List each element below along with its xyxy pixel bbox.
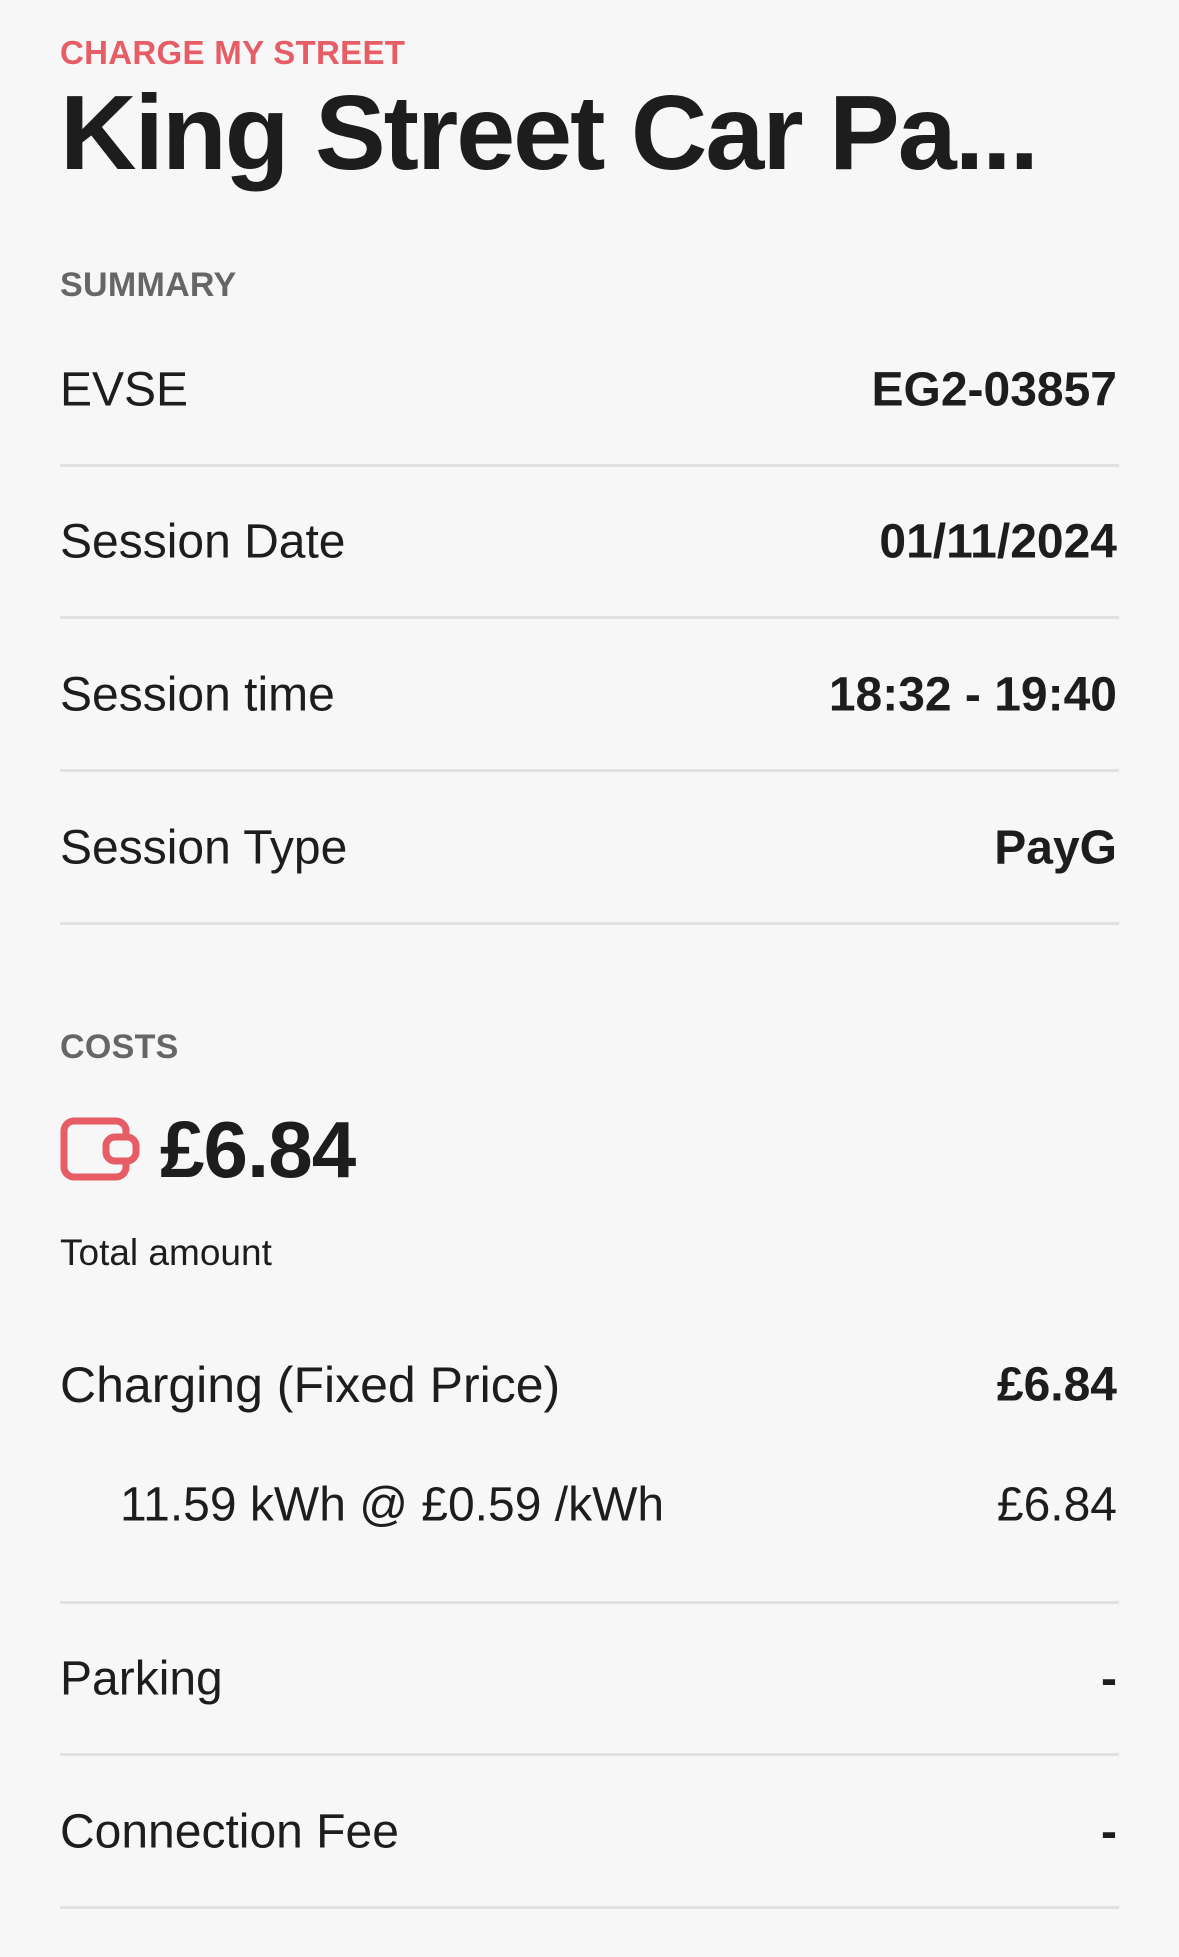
- summary-row-label: EVSE: [60, 363, 189, 416]
- cost-row-label: Parking: [60, 1652, 223, 1705]
- total-amount: £6.84: [160, 1105, 356, 1194]
- cost-row-label: Connection Fee: [60, 1805, 399, 1858]
- summary-row-session-date: Session Date 01/11/2024: [60, 467, 1119, 619]
- summary-row-label: Session time: [60, 668, 335, 721]
- charging-cost-row: Charging (Fixed Price) £6.84: [60, 1350, 1119, 1420]
- charging-cost-detail-row: 11.59 kWh @ £0.59 /kWh £6.84: [60, 1470, 1119, 1540]
- charging-cost-value: £6.84: [996, 1358, 1117, 1412]
- summary-row-value: 18:32 - 19:40: [828, 668, 1117, 721]
- summary-row-value: EG2-03857: [871, 363, 1117, 416]
- total-amount-label: Total amount: [60, 1232, 272, 1273]
- charging-cost-label: Charging (Fixed Price): [60, 1357, 561, 1413]
- summary-row-session-type: Session Type PayG: [60, 773, 1119, 925]
- operator-name: CHARGE MY STREET: [60, 34, 406, 71]
- summary-row-session-time: Session time 18:32 - 19:40: [60, 620, 1119, 772]
- summary-row-value: 01/11/2024: [879, 515, 1117, 568]
- page-title: King Street Car Pa...: [60, 74, 1039, 192]
- summary-row-label: Session Type: [60, 821, 348, 874]
- costs-section-label: COSTS: [60, 1028, 179, 1066]
- summary-row-label: Session Date: [60, 515, 346, 568]
- charging-cost-detail-value: £6.84: [996, 1478, 1117, 1532]
- summary-row-evse: EVSE EG2-03857: [60, 315, 1119, 467]
- cost-row-value: -: [1101, 1652, 1117, 1705]
- summary-row-value: PayG: [994, 821, 1117, 874]
- total-cost: £6.84: [60, 1105, 356, 1195]
- wallet-icon: [60, 1115, 140, 1185]
- summary-section-label: SUMMARY: [60, 266, 237, 304]
- charging-cost-detail-label: 11.59 kWh @ £0.59 /kWh: [120, 1478, 665, 1532]
- cost-row-parking: Parking -: [60, 1604, 1119, 1756]
- cost-row-connection-fee: Connection Fee -: [60, 1757, 1119, 1909]
- cost-row-value: -: [1101, 1805, 1117, 1858]
